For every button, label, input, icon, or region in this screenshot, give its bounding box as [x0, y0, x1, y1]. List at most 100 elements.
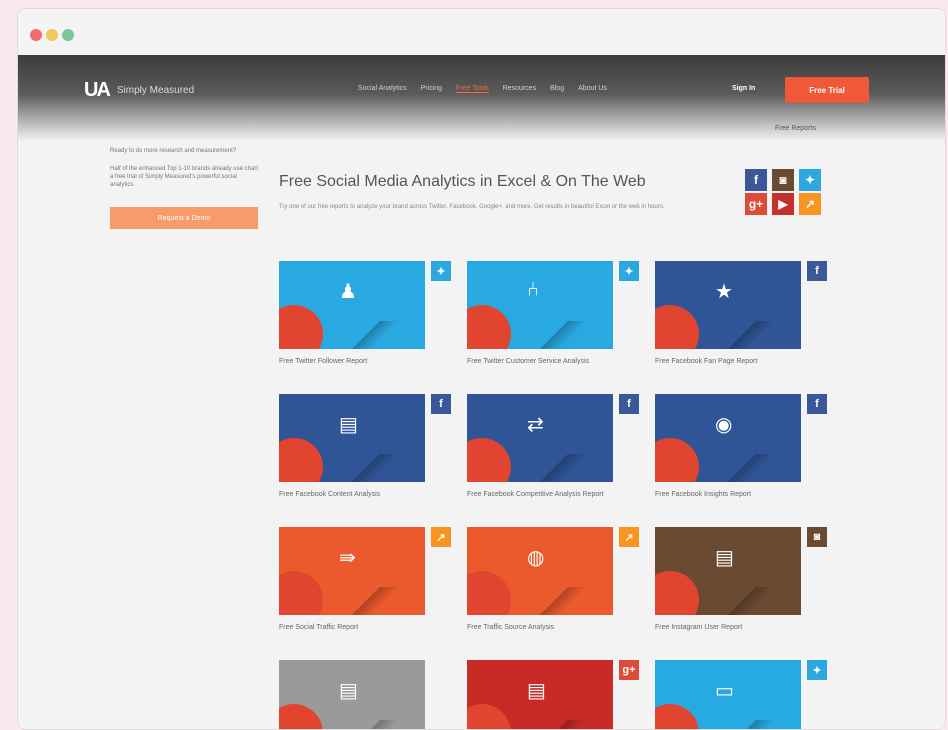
report-card[interactable]: ⇄ f Free Facebook Competitive Analysis Rep…: [467, 394, 643, 500]
decorative-graphic: [507, 720, 613, 729]
facebook-icon: f: [619, 394, 639, 414]
twitter-icon[interactable]: ✦: [799, 169, 821, 191]
nav-social-analytics[interactable]: Social Analytics: [358, 85, 407, 93]
report-thumbnail[interactable]: ◉: [655, 394, 801, 482]
report-card[interactable]: ▤: [279, 660, 455, 729]
report-thumbnail[interactable]: ▤: [279, 660, 425, 729]
facebook-icon[interactable]: f: [745, 169, 767, 191]
freebie-badge: [655, 305, 699, 349]
document-icon: ▤: [715, 547, 734, 569]
google-plus-icon: g+: [619, 660, 639, 680]
report-thumbnail[interactable]: ▤: [467, 660, 613, 729]
freebie-badge: [279, 305, 323, 349]
nav-blog[interactable]: Blog: [550, 85, 564, 93]
freebie-badge: [279, 571, 323, 615]
freebie-badge: [467, 571, 511, 615]
nav-about-us[interactable]: About Us: [578, 85, 607, 93]
freebie-badge: [467, 704, 511, 729]
sign-in-link[interactable]: Sign In: [732, 85, 755, 92]
report-thumbnail[interactable]: ◍: [467, 527, 613, 615]
globe-icon: ◍: [527, 547, 545, 569]
report-title[interactable]: Free Instagram User Report: [655, 623, 825, 633]
free-trial-button[interactable]: Free Trial: [785, 77, 869, 103]
logo[interactable]: UA Simply Measured: [84, 79, 194, 102]
freebie-badge: [655, 571, 699, 615]
report-thumbnail[interactable]: ▤: [655, 527, 801, 615]
twitter-icon: ✦: [431, 261, 451, 281]
report-title[interactable]: Free Traffic Source Analysis: [467, 623, 637, 633]
freebie-badge: [279, 438, 323, 482]
freebie-badge: [279, 704, 323, 729]
report-card[interactable]: ⑃ ✦ Free Twitter Customer Service Analysis: [467, 261, 643, 367]
decorative-graphic: [319, 720, 425, 729]
browser-window: UA Simply Measured Social Analytics Pric…: [17, 8, 946, 730]
decorative-graphic: [319, 321, 425, 349]
instagram-icon[interactable]: ◙: [772, 169, 794, 191]
report-title[interactable]: Free Facebook Insights Report: [655, 490, 825, 500]
facebook-icon: f: [431, 394, 451, 414]
google-plus-icon[interactable]: g+: [745, 193, 767, 215]
report-card[interactable]: ⇛ ↗ Free Social Traffic Report: [279, 527, 455, 633]
screens-icon: ▭: [715, 680, 734, 702]
report-card[interactable]: ▤ ◙ Free Instagram User Report: [655, 527, 831, 633]
report-title[interactable]: Free Twitter Follower Report: [279, 357, 449, 367]
request-demo-button[interactable]: Request a Demo: [110, 207, 258, 229]
report-card[interactable]: ★ f Free Facebook Fan Page Report: [655, 261, 831, 367]
logo-text: Simply Measured: [116, 85, 195, 96]
report-card[interactable]: ♟ ✦ Free Twitter Follower Report: [279, 261, 455, 367]
arrows-icon: ⇄: [527, 414, 544, 436]
freebie-badge: [655, 704, 699, 729]
close-window-button[interactable]: [30, 29, 42, 41]
report-card[interactable]: ◍ ↗ Free Traffic Source Analysis: [467, 527, 643, 633]
sidebar-text: Ready to do more research and measuremen…: [110, 148, 237, 154]
nav-resources[interactable]: Resources: [503, 85, 536, 93]
instagram-icon: ◙: [807, 527, 827, 547]
nav-pricing[interactable]: Pricing: [421, 85, 442, 93]
document-icon: ▤: [339, 680, 358, 702]
free-reports-link[interactable]: Free Reports: [775, 125, 816, 132]
nav-free-tools[interactable]: Free Tools: [456, 85, 489, 93]
social-icons: f ◙ ✦ g+ ▶ ↗: [745, 169, 821, 215]
report-card[interactable]: ▤ f Free Facebook Content Analysis: [279, 394, 455, 500]
maximize-window-button[interactable]: [62, 29, 74, 41]
report-thumbnail[interactable]: ★: [655, 261, 801, 349]
decorative-graphic: [695, 321, 801, 349]
logo-mark: UA: [84, 79, 111, 101]
page-title: Free Social Media Analytics in Excel & O…: [279, 173, 646, 190]
report-title[interactable]: Free Facebook Content Analysis: [279, 490, 449, 500]
freebie-badge: [467, 438, 511, 482]
report-card[interactable]: ▤ g+: [467, 660, 643, 729]
document-icon: ▤: [527, 680, 546, 702]
freebie-badge: [655, 438, 699, 482]
report-thumbnail[interactable]: ⇄: [467, 394, 613, 482]
report-title[interactable]: Free Social Traffic Report: [279, 623, 449, 633]
report-title[interactable]: Free Facebook Competitive Analysis Repor…: [467, 490, 637, 500]
report-thumbnail[interactable]: ♟: [279, 261, 425, 349]
decorative-graphic: [695, 720, 801, 729]
sidebar: Ready to do more research and measuremen…: [110, 147, 260, 229]
decorative-graphic: [319, 454, 425, 482]
analytics-icon: ↗: [431, 527, 451, 547]
chair-icon: ⑃: [527, 279, 539, 301]
decorative-graphic: [695, 454, 801, 482]
freebie-badge: [467, 305, 511, 349]
arrow-icon: ⇛: [339, 547, 356, 569]
facebook-icon: f: [807, 394, 827, 414]
analytics-icon[interactable]: ↗: [799, 193, 821, 215]
sidebar-text: Half of the enhanced Top 1-10 brands alr…: [110, 166, 258, 188]
report-title[interactable]: Free Twitter Customer Service Analysis: [467, 357, 637, 367]
report-thumbnail[interactable]: ▤: [279, 394, 425, 482]
report-thumbnail[interactable]: ⇛: [279, 527, 425, 615]
report-thumbnail[interactable]: ▭: [655, 660, 801, 729]
report-card[interactable]: ▭ ✦: [655, 660, 831, 729]
youtube-icon[interactable]: ▶: [772, 193, 794, 215]
minimize-window-button[interactable]: [46, 29, 58, 41]
analytics-icon: ↗: [619, 527, 639, 547]
report-thumbnail[interactable]: ⑃: [467, 261, 613, 349]
decorative-graphic: [507, 454, 613, 482]
report-card[interactable]: ◉ f Free Facebook Insights Report: [655, 394, 831, 500]
twitter-icon: ✦: [807, 660, 827, 680]
twitter-icon: ✦: [619, 261, 639, 281]
decorative-graphic: [507, 587, 613, 615]
report-title[interactable]: Free Facebook Fan Page Report: [655, 357, 825, 367]
